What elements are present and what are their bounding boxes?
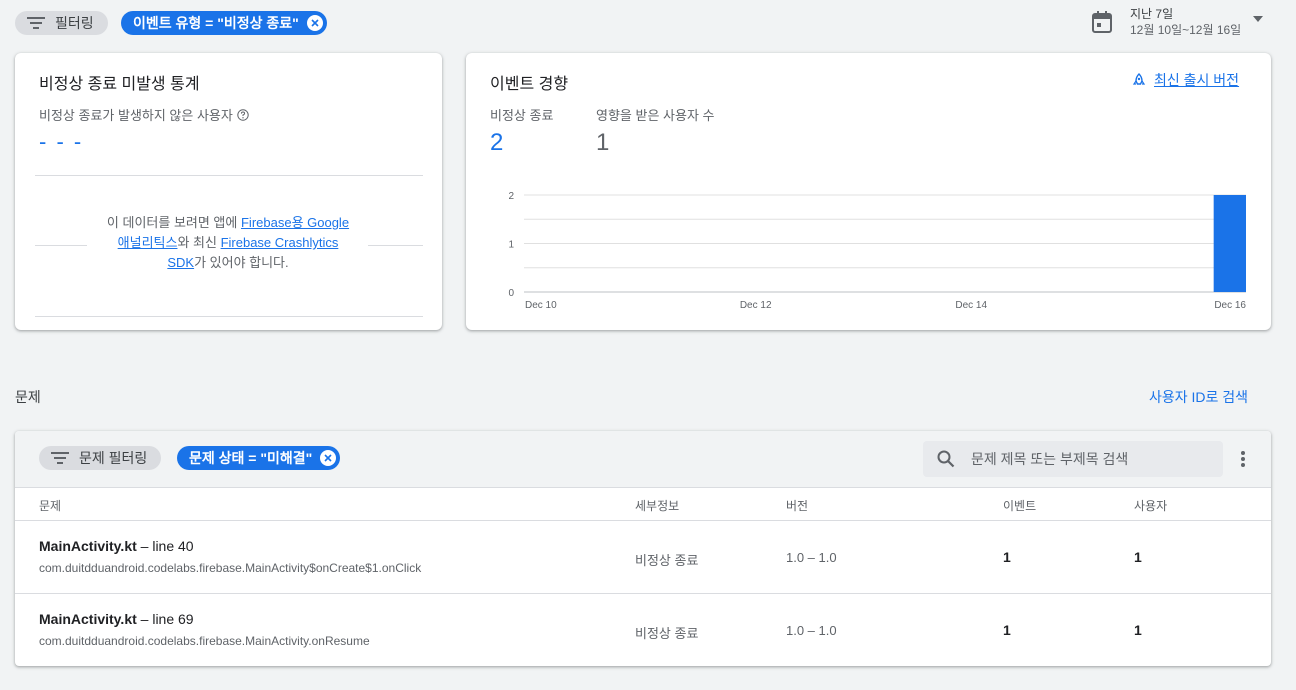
- divider: [368, 245, 423, 246]
- issue-status-chip-label: 문제 상태 = "미해결": [189, 450, 313, 466]
- dropdown-arrow-icon: [1253, 16, 1264, 22]
- divider: [35, 175, 423, 176]
- chart-bar: [1213, 195, 1246, 292]
- filter-icon: [27, 17, 45, 29]
- event-type-chip-label: 이벤트 유형 = "비정상 종료": [133, 15, 299, 31]
- filter-button[interactable]: 필터링: [15, 11, 108, 35]
- issue-file: MainActivity.kt: [39, 611, 137, 627]
- help-icon[interactable]: [237, 108, 249, 121]
- issue-filter-button[interactable]: 문제 필터링: [39, 446, 162, 470]
- search-by-user-id-link[interactable]: 사용자 ID로 검색: [1149, 387, 1248, 407]
- column-header-events[interactable]: 이벤트: [1003, 497, 1036, 514]
- y-tick-label: 1: [508, 240, 514, 251]
- x-tick-label: Dec 14: [955, 300, 987, 311]
- column-header-details[interactable]: 세부정보: [635, 497, 679, 514]
- latest-release-label: 최신 출시 버전: [1154, 72, 1240, 88]
- calendar-icon: [1092, 11, 1112, 33]
- table-divider: [15, 487, 1271, 488]
- issue-subtitle: com.duitdduandroid.codelabs.firebase.Mai…: [39, 561, 422, 575]
- issue-search-placeholder: 문제 제목 또는 부제목 검색: [971, 451, 1129, 467]
- issue-status-filter-chip[interactable]: 문제 상태 = "미해결": [177, 446, 341, 470]
- x-tick-label: Dec 12: [740, 300, 772, 311]
- search-icon: [937, 450, 955, 468]
- event-trend-chart: 0 1 2 Dec 10 Dec 12 Dec 14 Dec 16: [508, 191, 1246, 311]
- rocket-icon: [1132, 73, 1146, 85]
- filter-label: 필터링: [55, 15, 94, 31]
- y-tick-label: 0: [508, 288, 514, 299]
- x-tick-label: Dec 16: [1214, 300, 1246, 311]
- issue-line: – line 40: [136, 538, 194, 554]
- event-trends-card: 이벤트 경향 최신 출시 버전 비정상 종료 2 영향을 받은 사용자 수 1 …: [466, 53, 1271, 330]
- crash-free-subtitle: 비정상 종료가 발생하지 않은 사용자: [39, 108, 233, 123]
- issues-heading: 문제: [15, 389, 41, 405]
- issue-line: – line 69: [136, 611, 194, 627]
- issue-search-input[interactable]: 문제 제목 또는 부제목 검색: [923, 441, 1223, 477]
- column-header-issue[interactable]: 문제: [39, 497, 61, 514]
- issue-title[interactable]: MainActivity.kt – line 69: [39, 611, 194, 627]
- issue-title[interactable]: MainActivity.kt – line 40: [39, 538, 194, 554]
- issue-file: MainActivity.kt: [39, 538, 137, 554]
- crash-free-title: 비정상 종료 미발생 통계: [39, 76, 200, 93]
- remove-chip-icon[interactable]: [306, 15, 323, 31]
- issue-users: 1: [1134, 622, 1142, 638]
- event-type-filter-chip[interactable]: 이벤트 유형 = "비정상 종료": [121, 11, 327, 35]
- issue-subtitle: com.duitdduandroid.codelabs.firebase.Mai…: [39, 634, 370, 648]
- divider: [35, 245, 87, 246]
- date-range-picker[interactable]: 지난 7일 12월 10일~12월 16일: [1092, 6, 1264, 38]
- issue-detail: 비정상 종료: [635, 553, 699, 568]
- date-range-value: 12월 10일~12월 16일: [1130, 23, 1242, 37]
- crash-free-value: - - -: [39, 129, 84, 154]
- issue-detail: 비정상 종료: [635, 626, 699, 641]
- data-requirement-notice: 이 데이터를 보려면 앱에 Firebase용 Google 애널리틱스와 최신…: [106, 215, 350, 270]
- remove-chip-icon[interactable]: [320, 450, 337, 466]
- issue-version: 1.0 – 1.0: [786, 550, 837, 565]
- column-header-version[interactable]: 버전: [786, 497, 808, 514]
- stat-value-crashes: 2: [490, 129, 504, 156]
- latest-release-link[interactable]: 최신 출시 버전: [1132, 70, 1239, 90]
- more-options-icon[interactable]: [1240, 450, 1246, 468]
- issue-users: 1: [1134, 549, 1142, 565]
- issue-filter-label: 문제 필터링: [79, 450, 148, 466]
- stat-label-crashes: 비정상 종료: [490, 108, 554, 123]
- y-tick-label: 2: [508, 191, 514, 202]
- issue-version: 1.0 – 1.0: [786, 623, 837, 638]
- filter-icon: [51, 452, 69, 464]
- stat-value-affected-users: 1: [596, 129, 610, 156]
- stat-label-affected-users: 영향을 받은 사용자 수: [596, 108, 715, 123]
- issue-events: 1: [1003, 549, 1011, 565]
- x-tick-label: Dec 10: [525, 300, 557, 311]
- column-header-users[interactable]: 사용자: [1134, 497, 1167, 514]
- date-range-label: 지난 7일: [1130, 7, 1174, 21]
- crash-free-card: 비정상 종료 미발생 통계 비정상 종료가 발생하지 않은 사용자 - - - …: [15, 53, 442, 330]
- event-trends-title: 이벤트 경향: [490, 76, 569, 93]
- divider: [35, 316, 423, 317]
- issue-events: 1: [1003, 622, 1011, 638]
